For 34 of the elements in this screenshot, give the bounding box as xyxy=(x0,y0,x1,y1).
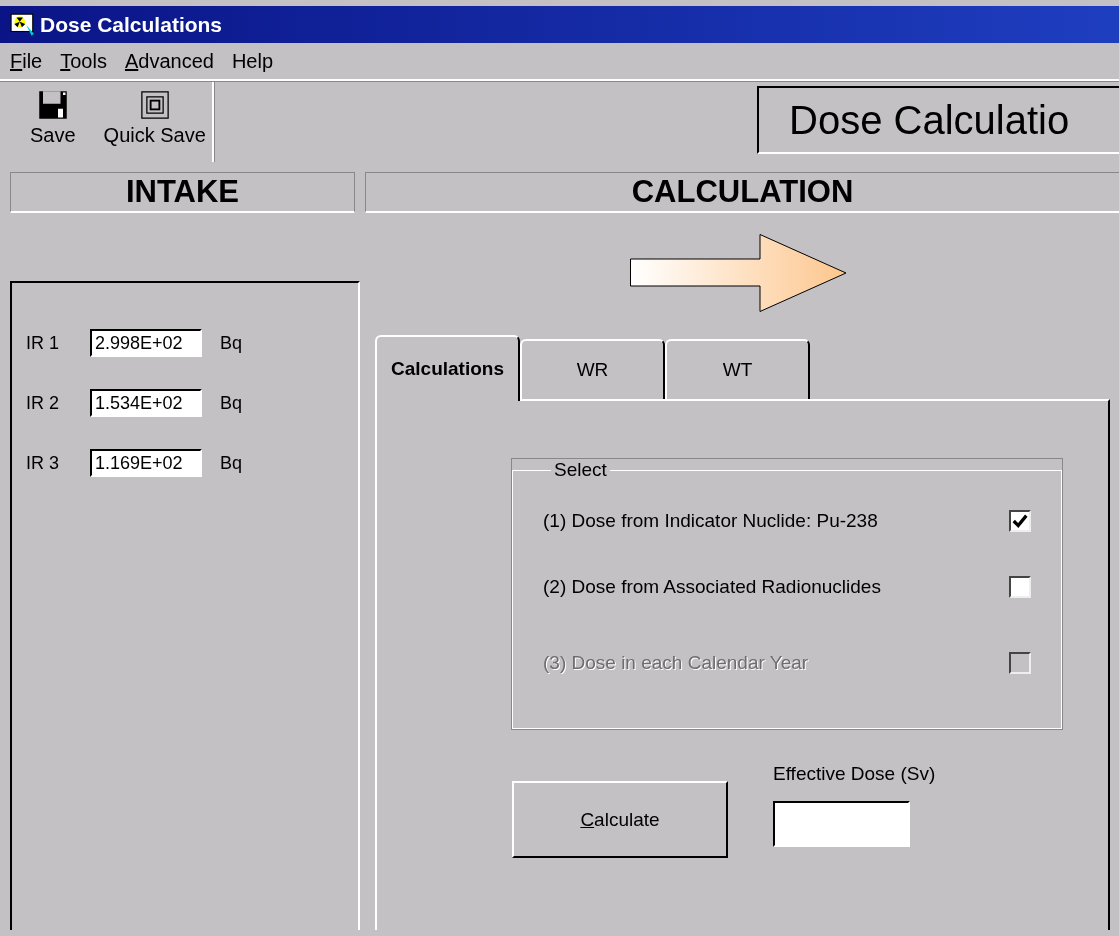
section-heading: CALCULATION xyxy=(365,172,1119,213)
field-label: IR 2 xyxy=(26,392,60,414)
menu-item[interactable]: Help xyxy=(231,49,292,73)
toolbar-button[interactable]: Save xyxy=(30,86,76,162)
tab[interactable]: Calculations xyxy=(375,335,520,401)
intake-field[interactable]: 1.169E+02 xyxy=(90,449,202,477)
arrow-icon xyxy=(630,234,848,312)
menu-item[interactable]: File xyxy=(10,49,61,73)
checkbox[interactable] xyxy=(1009,510,1031,532)
banner-title: Dose Calculatio xyxy=(757,86,1119,154)
unit-label: Bq xyxy=(220,392,243,414)
option-label: (2) Dose from Associated Radionuclides xyxy=(543,576,881,598)
unit-label: Bq xyxy=(220,332,243,354)
group-title: Select xyxy=(553,459,608,481)
checkbox[interactable] xyxy=(1009,576,1031,598)
field-label: Effective Dose (Sv) xyxy=(773,763,936,785)
tab[interactable]: WR xyxy=(520,339,665,399)
field-label: IR 1 xyxy=(26,332,60,354)
calculate-button[interactable]: Calculate xyxy=(512,781,728,858)
section-heading: INTAKE xyxy=(10,172,355,213)
app-icon xyxy=(10,11,36,38)
effective-dose-field[interactable] xyxy=(773,801,910,847)
toolbar-button[interactable]: Quick Save xyxy=(103,86,206,162)
field-label: IR 3 xyxy=(26,452,60,474)
tab[interactable]: WT xyxy=(665,339,810,399)
squares-icon xyxy=(139,90,170,120)
option-label: (3) Dose in each Calendar Year xyxy=(543,652,809,674)
window-title: Dose Calculations xyxy=(40,12,223,37)
unit-label: Bq xyxy=(220,452,243,474)
intake-field[interactable]: 1.534E+02 xyxy=(90,389,202,417)
intake-field[interactable]: 2.998E+02 xyxy=(90,329,202,357)
menu-item[interactable]: Tools xyxy=(60,49,125,73)
option-label: (1) Dose from Indicator Nuclide: Pu-238 xyxy=(543,510,878,532)
menu-item[interactable]: Advanced xyxy=(124,49,232,73)
